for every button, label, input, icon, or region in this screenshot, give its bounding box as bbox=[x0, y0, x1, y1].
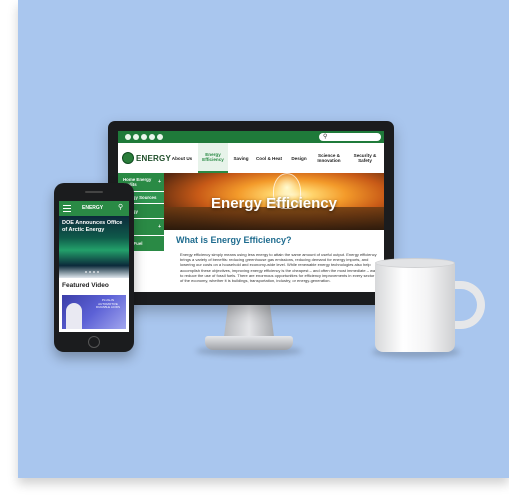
mobile-hero[interactable]: DOE Announces Office of Arctic Energy bbox=[59, 216, 129, 278]
nav-energy-efficiency[interactable]: Energy Efficiency bbox=[198, 143, 228, 173]
desktop-monitor: ⚲ ENERGY About Us Energy Efficiency Savi… bbox=[108, 121, 394, 305]
facebook-icon[interactable] bbox=[125, 134, 131, 140]
nav-cool-heat[interactable]: Cool & Heat bbox=[254, 143, 284, 173]
mobile-hero-title: DOE Announces Office of Arctic Energy bbox=[62, 220, 123, 233]
phone-home-button bbox=[88, 336, 100, 348]
search-icon[interactable]: ⚲ bbox=[118, 204, 123, 212]
hamburger-menu-icon[interactable] bbox=[63, 205, 71, 212]
nav-saving[interactable]: Saving bbox=[230, 143, 252, 173]
carousel-dots[interactable] bbox=[85, 271, 99, 273]
phone-speaker bbox=[85, 191, 103, 193]
nav-about-us[interactable]: About Us bbox=[170, 143, 194, 173]
nav-security-safety[interactable]: Security & Safety bbox=[348, 143, 382, 173]
nav-design[interactable]: Design bbox=[288, 143, 310, 173]
youtube-icon[interactable] bbox=[141, 134, 147, 140]
mobile-logo[interactable]: ENERGY bbox=[82, 205, 103, 211]
desktop-screen: ⚲ ENERGY About Us Energy Efficiency Savi… bbox=[118, 131, 384, 292]
mug-rim bbox=[375, 258, 455, 268]
monitor-stand-neck bbox=[224, 305, 274, 337]
site-logo[interactable]: ENERGY bbox=[122, 152, 171, 164]
mobile-screen: ENERGY ⚲ DOE Announces Office of Arctic … bbox=[59, 201, 129, 332]
hero-banner: Energy Efficiency bbox=[164, 173, 384, 230]
mobile-nav: ENERGY ⚲ bbox=[59, 201, 129, 216]
utility-bar: ⚲ bbox=[118, 131, 384, 143]
featured-video-heading: Featured Video bbox=[62, 282, 109, 289]
search-icon[interactable]: ⚲ bbox=[323, 134, 327, 140]
twitter-icon[interactable] bbox=[133, 134, 139, 140]
logo-text: ENERGY bbox=[136, 153, 171, 163]
hero-title: Energy Efficiency bbox=[211, 195, 337, 212]
search-input[interactable]: ⚲ bbox=[319, 133, 381, 141]
carousel-dot[interactable] bbox=[97, 271, 99, 273]
instagram-icon[interactable] bbox=[149, 134, 155, 140]
plus-icon: + bbox=[158, 179, 161, 185]
plus-icon: + bbox=[158, 224, 161, 230]
carousel-dot[interactable] bbox=[85, 271, 87, 273]
coffee-mug bbox=[375, 262, 455, 352]
main-nav: ENERGY About Us Energy Efficiency Saving… bbox=[118, 143, 384, 174]
linkedin-icon[interactable] bbox=[157, 134, 163, 140]
video-thumb-caption: PLUG-IN AUTOMOTIVE DURABLE ACIDS bbox=[95, 298, 120, 310]
social-icons bbox=[125, 134, 163, 140]
doe-seal-icon bbox=[122, 152, 134, 164]
content-heading: What is Energy Efficiency? bbox=[176, 235, 292, 245]
nav-science-innovation[interactable]: Science & Innovation bbox=[313, 143, 345, 173]
carousel-dot[interactable] bbox=[89, 271, 91, 273]
carousel-dot[interactable] bbox=[93, 271, 95, 273]
content-paragraph: Energy efficiency simply means using les… bbox=[180, 252, 378, 284]
featured-video-thumbnail[interactable]: PLUG-IN AUTOMOTIVE DURABLE ACIDS bbox=[62, 295, 126, 329]
mobile-phone: ENERGY ⚲ DOE Announces Office of Arctic … bbox=[54, 183, 134, 352]
monitor-stand-base bbox=[205, 336, 293, 350]
video-presenter-image bbox=[66, 303, 82, 329]
